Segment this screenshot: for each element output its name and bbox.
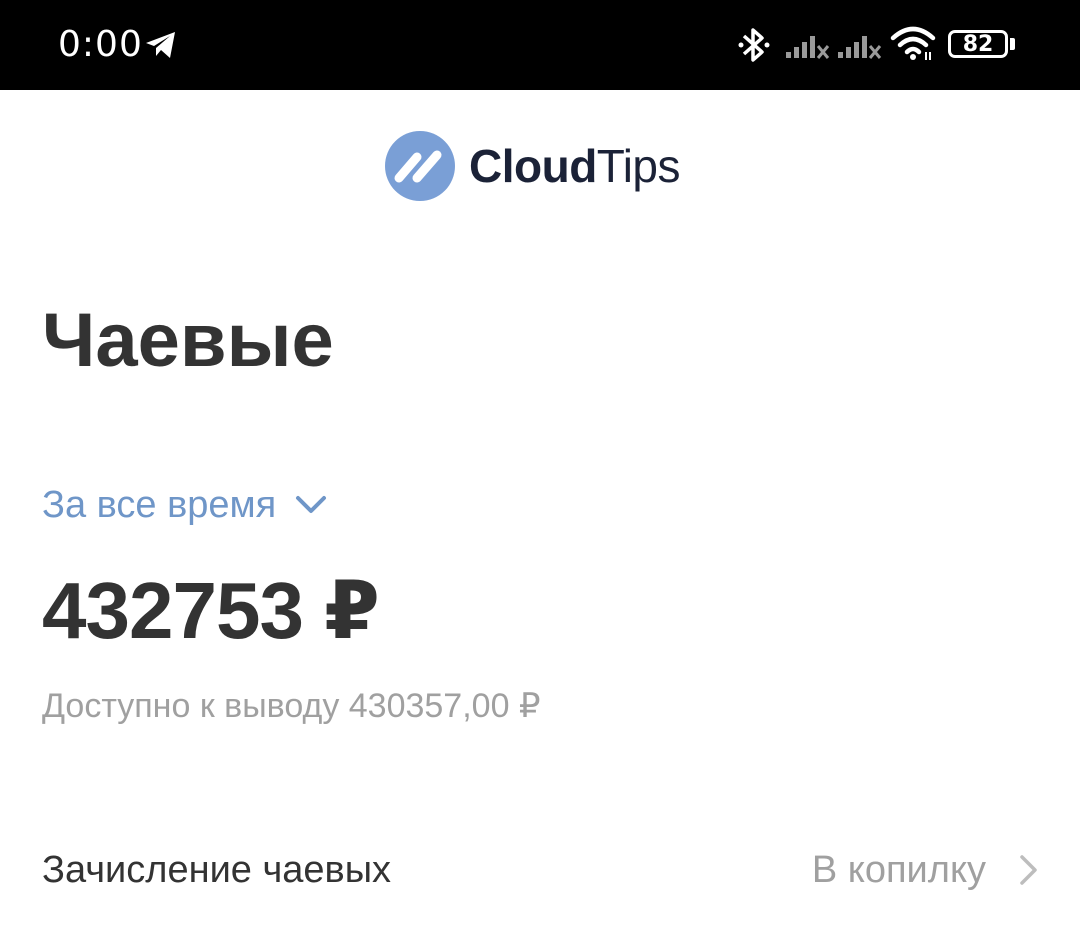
chevron-down-icon (296, 496, 327, 513)
tips-crediting-label: Зачисление чаевых (42, 849, 392, 891)
signal-icon (786, 36, 830, 59)
available-for-withdrawal: Доступно к выводу 430357,00 ₽ (42, 687, 541, 725)
status-time: 0:00 (58, 24, 143, 65)
page-title: Чаевые (42, 298, 334, 383)
battery-level: 82 (962, 32, 994, 57)
period-dropdown-label: За все время (42, 484, 277, 526)
bluetooth-icon (738, 28, 770, 62)
battery-tip (1010, 38, 1015, 50)
logo-text-bold: Cloud (469, 140, 597, 192)
chevron-right-icon (1020, 855, 1037, 885)
status-bar: 0:00 82 (0, 0, 1080, 90)
logo-text-light: Tips (596, 140, 681, 192)
battery-icon: 82 (948, 30, 1008, 58)
tips-crediting-row[interactable]: Зачисление чаевых В копилку (0, 835, 1080, 905)
cloudtips-logo: CloudTips (385, 131, 681, 201)
tips-crediting-value: В копилку (811, 849, 986, 891)
cloudtips-logo-icon (385, 131, 455, 201)
telegram-icon (146, 32, 175, 58)
wifi-icon (890, 26, 936, 60)
cloudtips-logo-text: CloudTips (469, 131, 681, 201)
total-tips-amount: 432753 ₽ (42, 566, 380, 655)
signal-icon (838, 36, 882, 59)
period-dropdown[interactable]: За все время (42, 480, 328, 530)
